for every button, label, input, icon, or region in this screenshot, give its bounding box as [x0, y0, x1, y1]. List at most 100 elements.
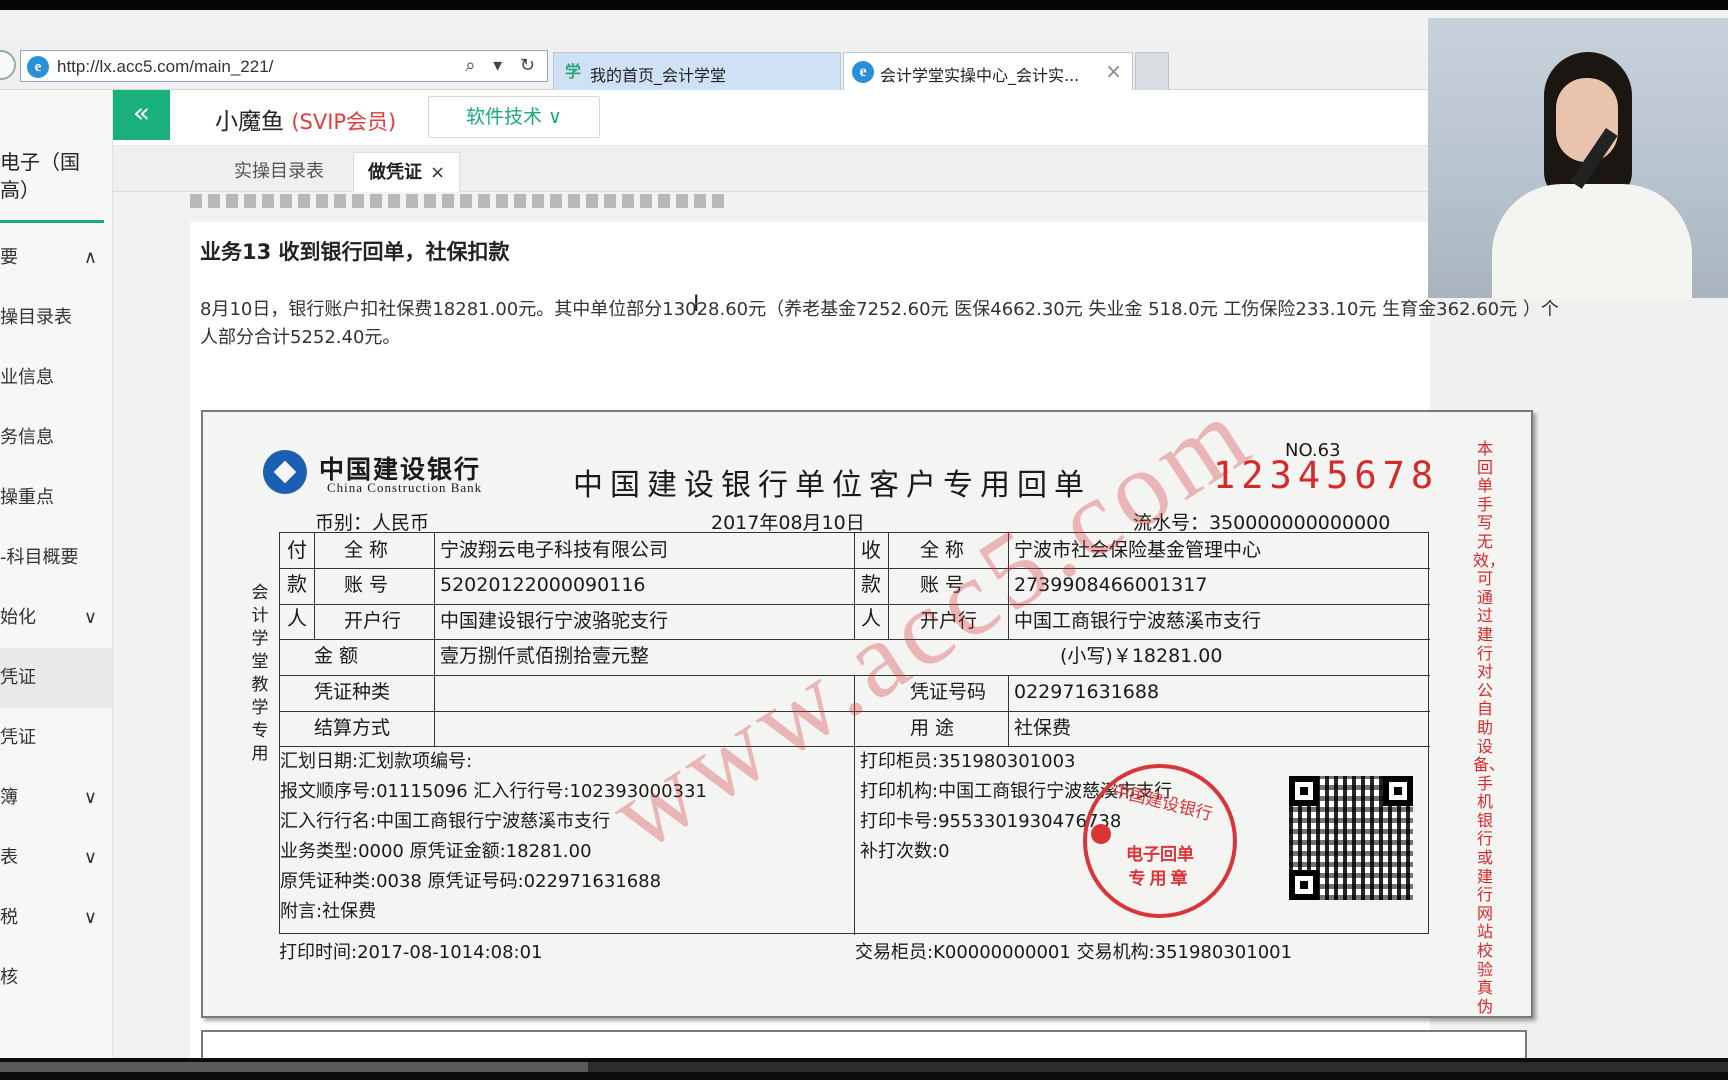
sidebar-item[interactable]: 操目录表 [0, 288, 112, 348]
url-text[interactable]: http://lx.acc5.com/main_221/ [57, 57, 273, 77]
ie-icon: e [27, 56, 49, 78]
chevron-down-icon[interactable]: ∨ [84, 768, 97, 828]
sidebar-item[interactable]: 要 ∧ [0, 228, 112, 288]
chevron-up-icon[interactable]: ∧ [84, 228, 97, 288]
browser-tab-home[interactable]: 学 我的首页_会计学堂 [553, 52, 841, 90]
side-note: 本回单手写无效，可通过建行对公自助设备、手机银行或建行网站校验真伪 [1473, 439, 1506, 1016]
sidebar-item-label: 操目录表 [0, 307, 72, 328]
sidebar-item[interactable]: 凭证 [0, 648, 112, 708]
main-header: « 小魔鱼 (SVIP会员) 软件技术 ∨ [113, 90, 1430, 146]
flow-number: 流水号：350000000000000 [1133, 512, 1391, 534]
amount-small: (小写)￥18281.00 [1060, 645, 1223, 667]
sidebar-item-label: 操重点 [0, 487, 54, 508]
remittance-detail-line: 汇入行行名:中国工商银行宁波慈溪市支行 [280, 811, 611, 832]
payee-bank: 中国工商银行宁波慈溪市支行 [1014, 610, 1262, 632]
trade-info: 交易柜员:K00000000001 交易机构:351980301001 [855, 942, 1293, 963]
currency: 币别：人民币 [315, 512, 430, 534]
sidebar-item-label: 业信息 [0, 367, 54, 388]
presenter-face [1556, 78, 1618, 162]
payer-account-label: 账 号 [344, 574, 389, 596]
text-cursor-icon: I [693, 292, 700, 317]
business-description: 8月10日，银行账户扣社保费18281.00元。其中单位部分13028.60元（… [200, 299, 1559, 348]
payer-account: 52020122000090116 [440, 574, 646, 596]
software-tech-button[interactable]: 软件技术 ∨ [428, 96, 600, 138]
sidebar-item-label: 凭证 [0, 727, 36, 748]
subtab-bar: 实操目录表 做凭证 × [113, 146, 1430, 192]
bank-receipt: 中国建设银行 China Construction Bank 中国建设银行单位客… [201, 373, 1533, 1018]
user-name-text: 小魔鱼 [215, 109, 284, 135]
ie-icon: e [852, 61, 874, 83]
acc5-icon: 学 [564, 62, 581, 81]
collapse-sidebar-button[interactable]: « [113, 90, 170, 140]
chevron-down-icon[interactable]: ∨ [84, 588, 97, 648]
remittance-detail-line: 报文顺序号:01115096 汇入行行号:102393000331 [280, 781, 707, 802]
stamp-bottom-text: 专用章 [1128, 869, 1192, 889]
sidebar-item-label: 始化 [0, 607, 36, 628]
tab-voucher[interactable]: 做凭证 × [353, 152, 461, 192]
payer-name: 宁波翔云电子科技有限公司 [440, 539, 669, 561]
close-icon[interactable]: × [430, 162, 445, 183]
sidebar-item[interactable]: 务信息 [0, 408, 112, 468]
tab-label: 会计学堂实操中心_会计实... [880, 66, 1080, 85]
receipt-serial-no: 12345678 [1213, 454, 1440, 497]
back-button[interactable] [0, 50, 16, 80]
address-bar[interactable]: e http://lx.acc5.com/main_221/ ⌕ ▾ ↻ [20, 50, 548, 82]
print-detail-line: 补打次数:0 [860, 841, 950, 862]
sidebar-item[interactable]: 簿 ∨ [0, 768, 112, 828]
top-black-strip [0, 0, 1728, 10]
print-time: 打印时间:2017-08-1014:08:01 [279, 942, 543, 963]
amount-label: 金 额 [314, 645, 359, 667]
voucher-no: 022971631688 [1014, 681, 1160, 703]
stamp-top-text: 中国建设银行 [1110, 780, 1215, 825]
amount-words: 壹万捌仟贰佰捌拾壹元整 [440, 645, 650, 667]
chevron-down-icon[interactable]: ∨ [84, 828, 97, 888]
presenter-body [1492, 184, 1692, 298]
video-progress-fill [0, 1062, 588, 1072]
purpose: 社保费 [1014, 717, 1072, 739]
payee-account: 2739908466001317 [1014, 574, 1208, 596]
sidebar-item-label: 凭证 [0, 667, 36, 688]
receipt-grid: 付款人 收款人 全 称 账 号 开户行 宁波翔云电子科技有限公司 5202012… [279, 532, 1430, 935]
screen: e http://lx.acc5.com/main_221/ ⌕ ▾ ↻ 学 我… [0, 0, 1728, 1080]
sidebar-divider [0, 220, 104, 223]
sidebar-item[interactable]: -科目概要 [0, 528, 112, 588]
close-icon[interactable]: × [1105, 59, 1122, 83]
browser-toolbar: e http://lx.acc5.com/main_221/ ⌕ ▾ ↻ 学 我… [0, 40, 1430, 90]
user-name: 小魔鱼 (SVIP会员) [215, 102, 396, 136]
sidebar-item[interactable]: 始化 ∨ [0, 588, 112, 648]
sidebar-item-label: 要 [0, 247, 18, 268]
tab-voucher-label: 做凭证 [368, 162, 422, 183]
sidebar-item[interactable]: 凭证 [0, 708, 112, 768]
sidebar-heading: 电子（国 高） [0, 150, 80, 202]
remittance-detail-line: 附言:社保费 [280, 901, 377, 922]
webcam-overlay [1428, 18, 1728, 298]
sidebar-item-label: 簿 [0, 787, 18, 808]
ccb-logo-icon [263, 450, 307, 494]
payee-account-label: 账 号 [920, 574, 965, 596]
sidebar-item-label: -科目概要 [0, 547, 79, 568]
new-tab-button[interactable] [1135, 52, 1169, 90]
payer-bank-label: 开户行 [344, 610, 402, 632]
remittance-detail-line: 业务类型:0000 原凭证金额:18281.00 [280, 841, 592, 862]
sidebar-item[interactable]: 操重点 [0, 468, 112, 528]
voucher-type-label: 凭证种类 [314, 681, 391, 703]
sidebar-item[interactable]: 核 [0, 948, 112, 1008]
payee-name-label: 全 称 [920, 539, 965, 561]
browser-tab-practice[interactable]: e 会计学堂实操中心_会计实... × [843, 52, 1133, 90]
tab-catalog[interactable]: 实操目录表 [220, 152, 338, 192]
voucher-no-label: 凭证号码 [910, 681, 987, 703]
sidebar-item[interactable]: 表 ∨ [0, 828, 112, 888]
settlement-label: 结算方式 [314, 717, 391, 739]
video-progress-track[interactable] [0, 1062, 1728, 1072]
sidebar-item[interactable]: 税 ∨ [0, 888, 112, 948]
chevron-down-icon[interactable]: ∨ [84, 888, 97, 948]
sidebar-item[interactable]: 业信息 [0, 348, 112, 408]
payee-bank-label: 开户行 [920, 610, 978, 632]
sidebar: 电子（国 高） 要 ∧ 操目录表 业信息 务信息 操重点 -科目概要 始化 ∨ 凭证 凭证簿 ∨ 表 ∨ 税… [0, 90, 113, 1058]
payee-name: 宁波市社会保险基金管理中心 [1014, 539, 1262, 561]
address-tools-icon[interactable]: ⌕ ▾ ↻ [465, 55, 541, 76]
tab-label: 我的首页_会计学堂 [590, 66, 727, 85]
payer-label: 付款人 [287, 538, 307, 630]
stamp-mid-text: 电子回单 [1126, 845, 1194, 865]
receipt-date: 2017年08月10日 [711, 512, 865, 534]
